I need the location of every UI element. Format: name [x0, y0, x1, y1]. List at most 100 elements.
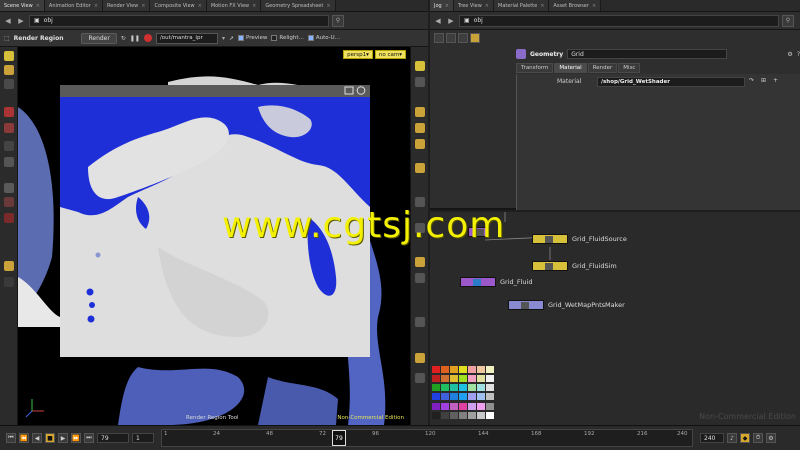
checkbox[interactable] [238, 35, 244, 41]
color-swatch[interactable] [441, 402, 449, 410]
close-icon[interactable]: × [198, 3, 202, 9]
dropdown-icon[interactable]: ▾ [222, 35, 225, 42]
color-swatch[interactable] [486, 375, 494, 383]
tab-material-palette[interactable]: Material Palette × [494, 0, 550, 11]
color-swatch[interactable] [477, 411, 485, 419]
color-swatch[interactable] [450, 393, 458, 401]
node-grid-fluidsource[interactable]: Grid_FluidSource [532, 234, 627, 244]
tab-scene-view[interactable]: Scene View × [0, 0, 45, 11]
color-swatch[interactable] [477, 375, 485, 383]
start-frame-field[interactable]: 1 [132, 433, 154, 443]
refresh-icon[interactable]: ↻ [121, 35, 126, 42]
layer-icon[interactable] [415, 373, 425, 383]
select-tool-icon[interactable] [4, 51, 14, 61]
color-swatch[interactable] [450, 402, 458, 410]
tab-motion-fx-view[interactable]: Motion FX View × [206, 0, 262, 11]
color-swatch[interactable] [450, 366, 458, 373]
color-swatch[interactable] [441, 375, 449, 383]
node-body[interactable] [468, 227, 490, 237]
color-swatch[interactable] [459, 366, 467, 373]
color-swatch[interactable] [441, 384, 449, 392]
snapshot-icon[interactable] [415, 257, 425, 267]
scale-tool-icon[interactable] [4, 107, 14, 117]
color-swatch[interactable] [477, 366, 485, 373]
color-swatch[interactable] [468, 402, 476, 410]
plus-icon[interactable]: + [773, 77, 778, 84]
color-swatch[interactable] [432, 375, 440, 383]
tab-transform[interactable]: Transform [516, 63, 554, 73]
forward-arrow-icon[interactable]: ▶ [446, 15, 456, 27]
tab-geometry-spreadsheet[interactable]: Geometry Spreadsheet × [261, 0, 336, 11]
lighting-icon[interactable] [415, 139, 425, 149]
network-pane[interactable]: Grid_FluidSource Grid_FluidSim Grid_Flui… [430, 212, 800, 425]
tab-misc[interactable]: Misc [618, 63, 641, 73]
tab-jog[interactable]: Jog × [430, 0, 454, 11]
checkbox[interactable] [271, 35, 278, 41]
audio-icon[interactable]: ♪ [727, 433, 737, 443]
camera-tool-icon[interactable] [4, 157, 14, 167]
pin-icon[interactable]: ⚲ [332, 14, 344, 27]
node-body[interactable] [508, 300, 544, 310]
color-swatch[interactable] [441, 366, 449, 373]
list-view-icon[interactable] [446, 33, 456, 43]
back-arrow-icon[interactable]: ◀ [3, 15, 13, 27]
node-merged[interactable] [468, 227, 490, 237]
tab-animation-editor[interactable]: Animation Editor × [44, 0, 103, 11]
render-region-tool-icon[interactable] [4, 261, 14, 271]
step-back-icon[interactable]: ⏪ [19, 433, 29, 443]
timeline-cursor[interactable]: 79 [332, 430, 346, 446]
keyframe-icon[interactable]: ◆ [740, 433, 750, 443]
shadow-icon[interactable] [415, 273, 425, 283]
node-name-field[interactable]: Grid [567, 49, 728, 59]
pause-icon[interactable]: ❚❚ [130, 35, 140, 42]
jump-arrow-icon[interactable]: ↷ [749, 77, 754, 84]
close-icon[interactable]: × [540, 3, 544, 9]
cursor-tool-icon[interactable]: ➚ [229, 35, 234, 42]
color-swatch[interactable] [477, 393, 485, 401]
close-icon[interactable]: × [326, 3, 330, 9]
timeline-slider[interactable]: 1 24 48 72 96 120 144 168 192 216 240 79 [161, 429, 693, 447]
render-button[interactable]: Render [81, 32, 117, 44]
color-swatch[interactable] [477, 384, 485, 392]
path-field[interactable]: ▣ obj [29, 14, 329, 27]
color-swatch[interactable] [468, 393, 476, 401]
gear-icon[interactable]: ⚙ [787, 51, 792, 58]
playbar-options-icon[interactable]: ⚙ [766, 433, 776, 443]
scene-viewport[interactable]: persp1 ▾ no cam ▾ Render Region Tool Non-C… [18, 47, 410, 425]
color-swatch[interactable] [432, 402, 440, 410]
close-icon[interactable]: × [36, 3, 40, 9]
tab-asset-browser[interactable]: Asset Browser × [549, 0, 602, 11]
relight-toggle[interactable]: Relight... [271, 35, 304, 41]
pin-icon[interactable]: ⚲ [782, 14, 794, 27]
color-swatch[interactable] [441, 393, 449, 401]
color-swatch[interactable] [486, 393, 494, 401]
tile-view-icon[interactable] [458, 33, 468, 43]
color-swatch[interactable] [486, 384, 494, 392]
node-body[interactable] [460, 277, 496, 287]
color-swatch[interactable] [468, 411, 476, 419]
current-frame-field[interactable]: 79 [97, 433, 129, 443]
close-icon[interactable]: × [252, 3, 256, 9]
color-swatch[interactable] [486, 411, 494, 419]
color-swatch[interactable] [432, 393, 440, 401]
node-grid-fluidsim[interactable]: Grid_FluidSim [532, 261, 617, 271]
node-grid-fluid[interactable]: Grid_Fluid [460, 277, 533, 287]
pose-tool-icon[interactable] [4, 141, 14, 151]
checkbox[interactable] [307, 35, 314, 41]
move-tool-icon[interactable] [4, 65, 14, 75]
color-swatch[interactable] [432, 411, 440, 419]
tab-composite-view[interactable]: Composite View × [150, 0, 207, 11]
rotate-tool-icon[interactable] [4, 79, 14, 89]
handle-tool-icon[interactable] [4, 123, 14, 133]
preview-toggle[interactable]: Preview [238, 35, 267, 41]
close-icon[interactable]: × [141, 3, 145, 9]
jump-start-icon[interactable]: ⏮ [6, 433, 16, 443]
color-swatch[interactable] [459, 402, 467, 410]
tab-render-view[interactable]: Render View × [103, 0, 151, 11]
wireframe-icon[interactable] [415, 123, 425, 133]
stop-icon[interactable] [143, 34, 152, 42]
lock-icon[interactable] [415, 353, 425, 363]
color-swatch[interactable] [450, 411, 458, 419]
network-view-icon[interactable] [434, 33, 444, 43]
auto-update-toggle[interactable]: Auto-U... [307, 35, 340, 41]
